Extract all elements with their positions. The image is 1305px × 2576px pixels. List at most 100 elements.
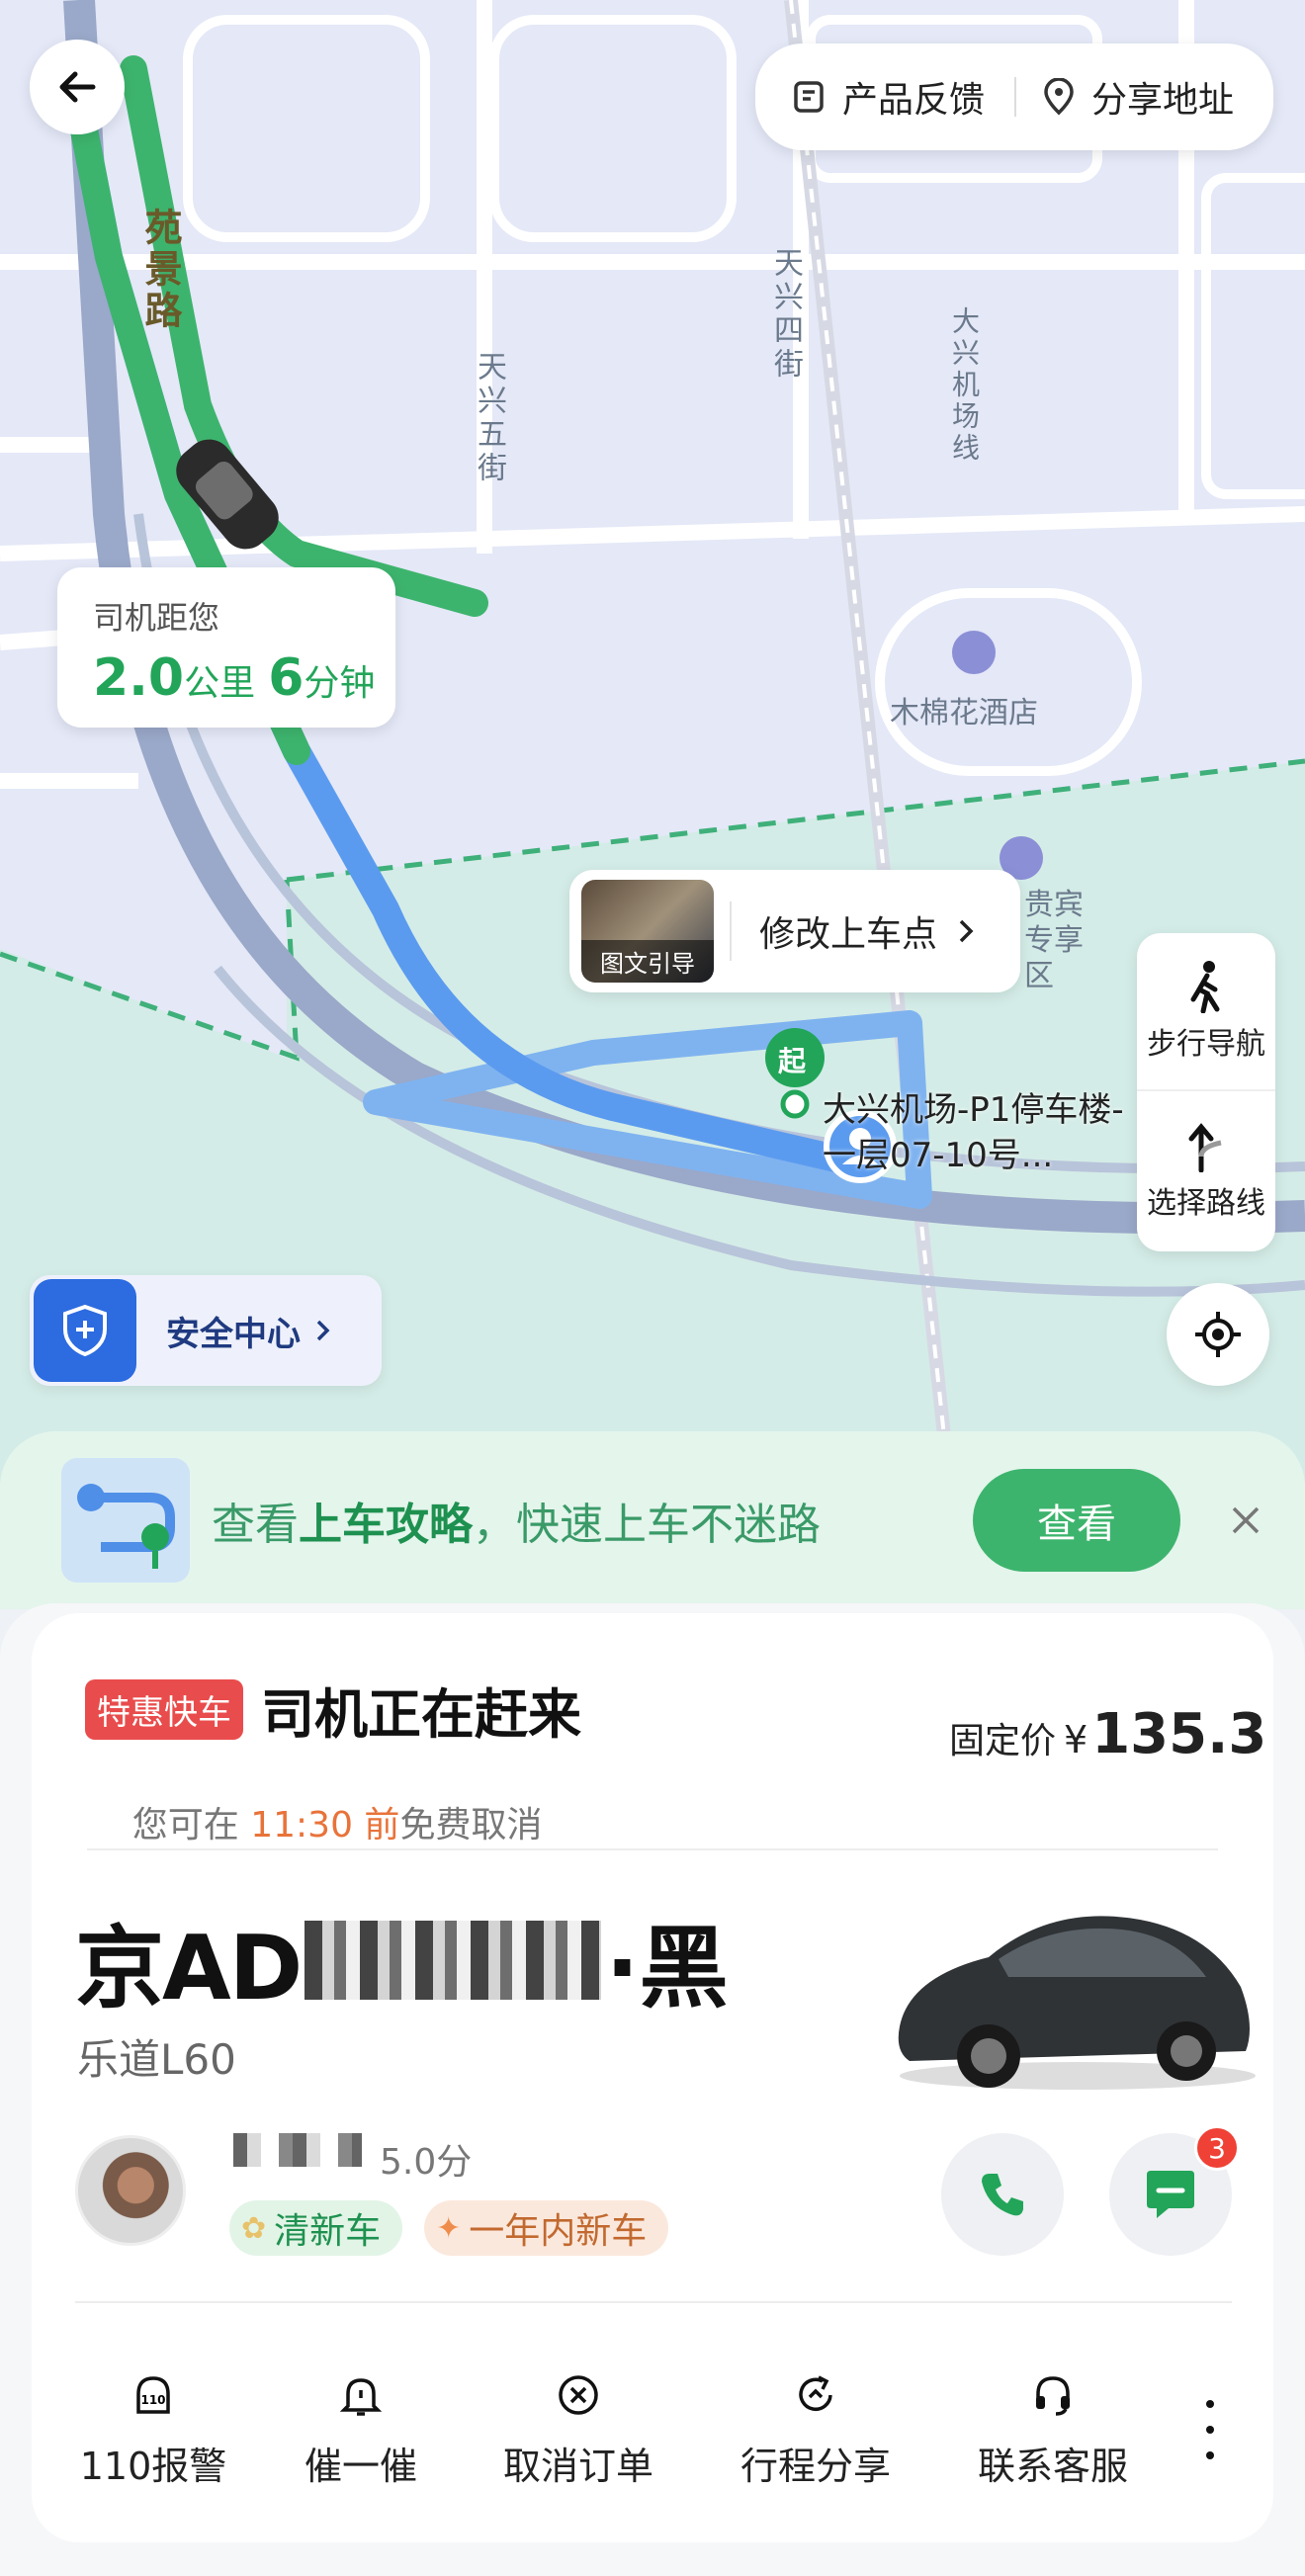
shield-icon — [34, 1279, 136, 1382]
tips-suffix: ，快速上车不迷路 — [473, 1500, 821, 1550]
share-trip-icon — [799, 2375, 832, 2412]
emergency-110-label: 110报警 — [79, 2445, 227, 2488]
divider — [87, 1848, 1218, 1850]
view-tips-button[interactable]: 查看 — [973, 1469, 1180, 1572]
order-header: 特惠快车 司机正在赶来 — [85, 1671, 581, 1749]
route-fork-icon — [1188, 1123, 1222, 1172]
safety-center-button[interactable]: 安全中心 — [30, 1275, 382, 1386]
arrow-left-icon — [59, 71, 96, 103]
price-value: 135.3 — [1091, 1702, 1267, 1766]
share-trip-button[interactable]: 行程分享 — [732, 2372, 900, 2490]
phone-icon — [982, 2174, 1023, 2216]
customer-service-button[interactable]: 联系客服 — [969, 2372, 1137, 2490]
cancel-time: 11:30 — [250, 1805, 353, 1846]
pickup-tips-banner: 查看上车攻略，快速上车不迷路 查看 — [0, 1431, 1305, 1609]
flower-icon: ✿ — [241, 2210, 267, 2246]
tag-new-car: ✦ 一年内新车 — [424, 2200, 669, 2256]
emergency-110-button[interactable]: 110 110报警 — [79, 2372, 227, 2490]
cancel-suffix: 免费取消 — [399, 1805, 543, 1846]
share-address-label: 分享地址 — [1091, 80, 1235, 121]
pickup-label-line2: 一层07-10号... — [823, 1136, 1054, 1175]
license-plate: 京AD ·黑 — [75, 1896, 729, 2024]
location-share-icon — [1044, 78, 1074, 116]
cancel-before: 前 — [352, 1805, 400, 1846]
urge-driver-button[interactable]: 催一催 — [287, 2372, 435, 2490]
walk-nav-button[interactable]: 步行导航 — [1137, 933, 1275, 1091]
vehicle-image — [898, 1916, 1256, 2090]
walking-person-icon — [1190, 961, 1220, 1013]
tips-text: 查看上车攻略，快速上车不迷路 — [212, 1489, 821, 1552]
tag-clean-car-label: 清新车 — [274, 2211, 382, 2252]
svg-text:110: 110 — [140, 2393, 165, 2407]
share-address-button[interactable]: 分享地址 — [1016, 71, 1234, 123]
tips-highlight: 上车攻略 — [299, 1500, 473, 1550]
road-label: 苑景路 — [138, 208, 182, 332]
walk-nav-label: 步行导航 — [1147, 1027, 1265, 1062]
unread-badge: 3 — [1194, 2125, 1240, 2171]
feedback-button[interactable]: 产品反馈 — [755, 71, 1014, 123]
police-alarm-icon: 110 — [136, 2376, 170, 2414]
price-label: 固定价 — [949, 1721, 1057, 1761]
guide-caption: 图文引导 — [581, 940, 714, 983]
driver-avatar[interactable] — [75, 2135, 186, 2246]
ride-type-badge: 特惠快车 — [85, 1679, 243, 1740]
crosshair-icon — [1195, 1312, 1241, 1357]
share-trip-label: 行程分享 — [740, 2445, 891, 2488]
plate-redacted — [304, 1921, 602, 2000]
side-button-panel: 步行导航 选择路线 — [1137, 933, 1275, 1251]
close-icon[interactable] — [1228, 1503, 1263, 1538]
vehicle-model: 乐道L60 — [77, 2035, 236, 2084]
chevron-right-icon — [959, 919, 974, 943]
tips-prefix: 查看 — [212, 1500, 299, 1550]
driver-rating: 5.0分 — [380, 2142, 473, 2183]
sparkle-icon: ✦ — [436, 2210, 462, 2246]
poi-vip-label: 贵宾 专享区 — [1024, 888, 1084, 993]
map-view[interactable] — [0, 0, 1305, 1483]
price-currency: ¥ — [1064, 1718, 1088, 1761]
pickup-popup[interactable]: 图文引导 修改上车点 — [569, 870, 1020, 992]
time-unit: 分钟 — [304, 663, 376, 704]
tag-new-car-label: 一年内新车 — [469, 2211, 648, 2252]
distance-value: 2.0 — [93, 648, 185, 708]
divider — [75, 2301, 1232, 2303]
fixed-price[interactable]: 固定价 ¥ 135.3 — [949, 1702, 1266, 1766]
driver-distance-card: 司机距您 2.0公里 6分钟 — [57, 567, 395, 728]
poi-hotel-label: 木棉花酒店 — [890, 696, 1038, 730]
road-label: 天兴四街 — [768, 247, 803, 382]
driver-tags: ✿ 清新车 ✦ 一年内新车 — [229, 2200, 669, 2256]
guide-thumbnail[interactable]: 图文引导 — [581, 880, 714, 983]
distance-line: 2.0公里 6分钟 — [93, 648, 395, 708]
driver-name-redacted — [233, 2133, 362, 2167]
feedback-label: 产品反馈 — [842, 80, 986, 121]
message-driver-button[interactable]: 3 — [1109, 2125, 1240, 2256]
modify-pickup-label: 修改上车点 — [759, 914, 938, 955]
chevron-right-icon — [316, 1320, 330, 1341]
choose-route-label: 选择路线 — [1147, 1186, 1265, 1221]
bell-icon — [339, 2378, 383, 2416]
edit-icon — [794, 81, 824, 113]
divider — [730, 902, 732, 961]
road-label: 天兴五街 — [472, 351, 506, 485]
pickup-location-label: 大兴机场-P1停车楼- 一层07-10号... — [823, 1087, 1124, 1178]
customer-service-label: 联系客服 — [977, 2445, 1128, 2488]
cancel-circle-icon — [559, 2375, 598, 2415]
tag-clean-car: ✿ 清新车 — [229, 2200, 403, 2256]
map-guide-icon — [61, 1458, 190, 1583]
pickup-label-line1: 大兴机场-P1停车楼- — [823, 1090, 1124, 1130]
cancel-prefix: 您可在 — [131, 1805, 251, 1846]
safety-center-label: 安全中心 — [166, 1314, 301, 1354]
more-options-icon[interactable] — [1198, 2400, 1222, 2459]
call-driver-button[interactable] — [941, 2133, 1064, 2256]
message-icon — [1147, 2171, 1194, 2218]
road-label: 大兴机场线 — [948, 306, 981, 465]
choose-route-button[interactable]: 选择路线 — [1137, 1091, 1275, 1249]
back-button[interactable] — [30, 40, 125, 134]
locate-me-button[interactable] — [1167, 1283, 1269, 1386]
plate-prefix: 京AD — [75, 1917, 303, 2020]
top-actions: 产品反馈 分享地址 — [755, 43, 1273, 150]
cancel-order-button[interactable]: 取消订单 — [494, 2372, 662, 2490]
free-cancel-line: 您可在 11:30 前免费取消 — [87, 1756, 543, 1888]
time-value: 6 — [268, 648, 304, 708]
plate-suffix: ·黑 — [605, 1917, 729, 2020]
cancel-order-label: 取消订单 — [502, 2445, 653, 2488]
